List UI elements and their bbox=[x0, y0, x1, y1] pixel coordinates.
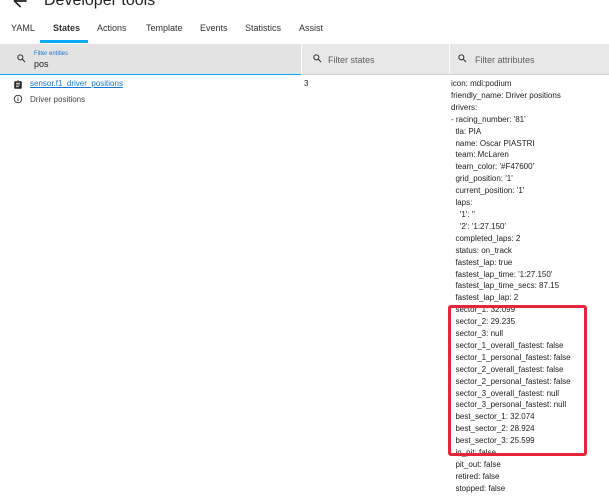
highlight-box bbox=[448, 305, 587, 456]
filter-entities-label: Filter entities bbox=[34, 51, 69, 57]
tab-states[interactable]: States bbox=[53, 23, 80, 33]
search-icon bbox=[458, 54, 467, 63]
search-icon bbox=[313, 54, 322, 63]
attribute-line: fastest_lap_time: '1:27.150' bbox=[451, 269, 553, 279]
column-divider bbox=[449, 44, 450, 74]
attribute-line: '2': '1:27.150' bbox=[451, 221, 507, 231]
attribute-line: tla: PIA bbox=[451, 126, 482, 136]
attribute-line: fastest_lap: true bbox=[451, 257, 513, 267]
tab-statistics[interactable]: Statistics bbox=[245, 23, 281, 33]
filter-row: Filter entities pos Filter states Filter… bbox=[0, 44, 609, 75]
attribute-line: status: on_track bbox=[451, 245, 512, 255]
attribute-line: '1': '' bbox=[451, 209, 475, 219]
attribute-line: drivers: bbox=[451, 102, 478, 112]
top-app-bar: Developer tools YAML States Actions Temp… bbox=[0, 0, 609, 44]
column-divider bbox=[301, 44, 302, 74]
attribute-line: grid_position: '1' bbox=[451, 174, 513, 184]
filter-states-field[interactable]: Filter states bbox=[302, 44, 449, 74]
entity-friendly-name: Driver positions bbox=[30, 95, 86, 104]
attribute-line: friendly_name: Driver positions bbox=[451, 90, 561, 100]
filter-entities-input[interactable]: pos bbox=[34, 59, 49, 69]
tab-events[interactable]: Events bbox=[200, 23, 228, 33]
active-tab-indicator bbox=[40, 40, 88, 43]
clipboard-list-icon bbox=[14, 80, 22, 89]
attribute-line: laps: bbox=[451, 198, 473, 208]
filter-entities-field[interactable]: Filter entities pos bbox=[0, 44, 301, 75]
entity-state-value: 3 bbox=[304, 79, 309, 88]
entity-id-link[interactable]: sensor.f1_driver_positions bbox=[30, 79, 123, 88]
tab-yaml[interactable]: YAML bbox=[11, 23, 35, 33]
attribute-line: team_color: '#F47600' bbox=[451, 162, 535, 172]
attribute-line: completed_laps: 2 bbox=[451, 233, 521, 243]
attribute-line: name: Oscar PIASTRI bbox=[451, 138, 535, 148]
tab-actions[interactable]: Actions bbox=[97, 23, 127, 33]
tab-assist[interactable]: Assist bbox=[299, 23, 323, 33]
info-icon[interactable] bbox=[13, 94, 23, 104]
attribute-line: fastest_lap_time_secs: 87.15 bbox=[451, 281, 560, 291]
search-icon bbox=[17, 54, 26, 63]
page-title: Developer tools bbox=[44, 0, 156, 9]
tab-bar: YAML States Actions Template Events Stat… bbox=[0, 18, 609, 44]
attribute-line: stopped: false bbox=[451, 483, 506, 493]
attribute-line: pit_out: false bbox=[451, 460, 501, 469]
attribute-line: fastest_lap_lap: 2 bbox=[451, 293, 519, 303]
filter-attributes-placeholder: Filter attributes bbox=[475, 55, 535, 65]
attribute-line: retired: false bbox=[451, 471, 500, 481]
filter-attributes-field[interactable]: Filter attributes bbox=[450, 44, 609, 74]
arrow-left-icon[interactable] bbox=[10, 0, 30, 11]
filter-states-placeholder: Filter states bbox=[328, 55, 375, 65]
attribute-line: current_position: '1' bbox=[451, 186, 525, 196]
attribute-line: team: McLaren bbox=[451, 150, 509, 160]
attribute-line: - racing_number: '81' bbox=[451, 114, 526, 124]
tab-template[interactable]: Template bbox=[146, 23, 183, 33]
attribute-line: icon: mdi:podium bbox=[451, 79, 512, 88]
